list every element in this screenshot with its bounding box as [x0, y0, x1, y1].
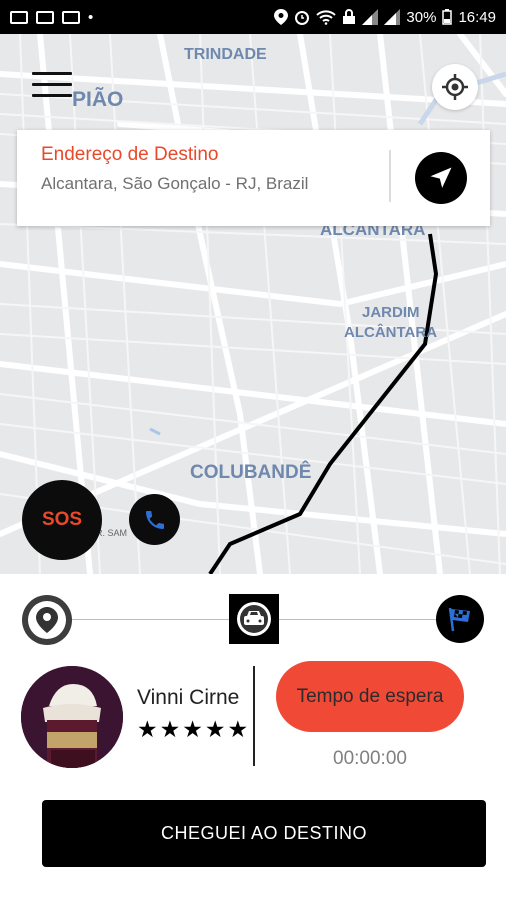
driver-name: Vinni Cirne — [137, 686, 240, 709]
gif-notification-icon — [36, 10, 54, 24]
locate-button[interactable] — [432, 64, 478, 110]
map-label-jardim: JARDIM — [362, 304, 420, 321]
sos-button[interactable]: SOS — [22, 480, 102, 560]
map-label-jardim-alcantara: ALCÂNTARA — [344, 324, 438, 341]
call-button[interactable] — [129, 494, 180, 545]
trip-car-marker — [229, 594, 279, 644]
driver-rating-stars: ★★★★★ — [137, 716, 251, 742]
destination-address: Alcantara, São Gonçalo - RJ, Brazil — [41, 174, 309, 193]
crosshair-icon — [442, 74, 468, 100]
lock-status-icon — [343, 9, 356, 24]
destination-divider — [389, 150, 391, 202]
destination-label: Endereço de Destino — [41, 144, 219, 165]
trip-start-marker — [22, 595, 72, 645]
phone-icon — [145, 510, 164, 529]
trip-panel: Vinni Cirne ★★★★★ Tempo de espera 00:00:… — [0, 574, 506, 900]
menu-button[interactable] — [32, 72, 72, 102]
avatar-image — [21, 666, 123, 768]
menu-icon — [32, 72, 72, 97]
map-label-colubande: COLUBANDÊ — [190, 462, 312, 483]
wifi-status-icon — [316, 10, 337, 25]
car-icon — [237, 602, 271, 636]
map-label-trindade: TRINDADE — [184, 46, 267, 63]
panel-divider — [253, 666, 255, 766]
alarm-status-icon — [295, 11, 310, 25]
wait-time-button[interactable]: Tempo de espera — [276, 661, 464, 732]
battery-percent: 30% — [406, 8, 437, 26]
trip-end-marker — [436, 595, 484, 643]
clock: 16:49 — [458, 8, 496, 26]
signal-status-icon — [362, 9, 379, 25]
signal-status-icon-2 — [384, 9, 401, 25]
checkered-flag-icon — [448, 607, 470, 632]
map-label-piao: PIÃO — [72, 88, 124, 111]
battery-icon — [442, 9, 453, 25]
driver-avatar — [21, 666, 123, 768]
dot-icon: • — [88, 8, 94, 26]
location-pin-icon — [36, 607, 58, 633]
notification-icons: • — [10, 9, 93, 26]
navigate-button[interactable] — [415, 152, 467, 204]
navigation-arrow-icon — [430, 167, 452, 188]
location-status-icon — [274, 9, 289, 25]
arrived-at-destination-button[interactable]: CHEGUEI AO DESTINO — [42, 800, 486, 867]
destination-card[interactable]: Endereço de Destino Alcantara, São Gonça… — [17, 130, 490, 226]
gif-notification-icon-2 — [62, 10, 80, 24]
wait-timer: 00:00:00 — [333, 748, 407, 769]
status-bar: • 30% 16:49 — [0, 0, 506, 34]
system-status: 30% 16:49 — [274, 9, 496, 26]
image-notification-icon — [10, 10, 28, 24]
